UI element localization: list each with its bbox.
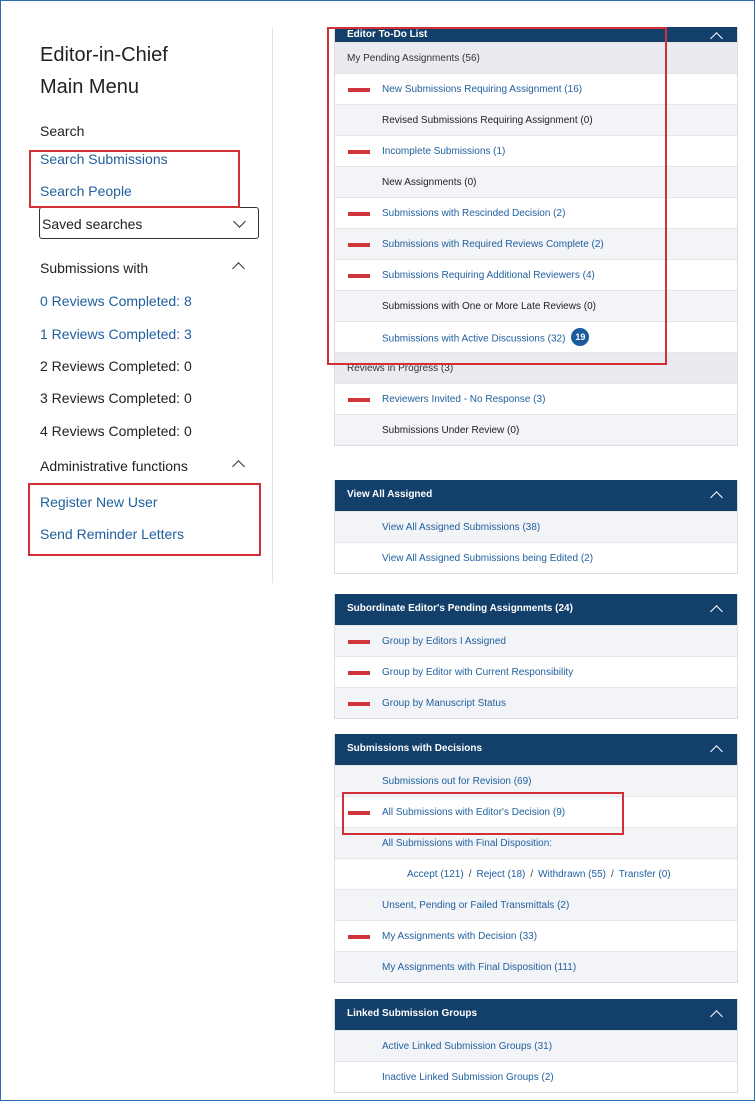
list-item-label[interactable]: Group by Manuscript Status — [382, 698, 506, 709]
menu-subtitle: Main Menu — [40, 76, 139, 98]
list-item-label: All Submissions with Final Disposition: — [382, 838, 553, 849]
withdrawn-link[interactable]: Withdrawn (55) — [538, 869, 606, 880]
list-item-label[interactable]: Group by Editors I Assigned — [382, 636, 506, 647]
accept-link[interactable]: Accept (121) — [407, 869, 464, 880]
list-item[interactable]: Group by Editors I Assigned — [335, 625, 737, 656]
panel-title: Linked Submission Groups — [347, 1008, 478, 1019]
panel-header[interactable]: View All Assigned — [335, 480, 737, 511]
list-item-label[interactable]: Inactive Linked Submission Groups (2) — [382, 1072, 554, 1083]
list-item: Submissions Under Review (0) — [335, 414, 737, 445]
panel-title: View All Assigned — [347, 489, 433, 500]
list-item[interactable]: Group by Manuscript Status — [335, 687, 737, 718]
saved-searches-dropdown[interactable]: Saved searches — [39, 207, 259, 239]
chevron-up-icon[interactable] — [710, 605, 723, 618]
highlight-box — [28, 483, 261, 556]
transfer-link[interactable]: Transfer (0) — [619, 869, 671, 880]
reviews-completed-0-link[interactable]: 0 Reviews Completed: 8 — [40, 293, 192, 309]
list-item-label[interactable]: My Assignments with Decision (33) — [382, 931, 537, 942]
list-item-label[interactable]: Reviewers Invited - No Response (3) — [382, 394, 545, 405]
list-item-label[interactable]: Submissions out for Revision (69) — [382, 776, 532, 787]
list-item-label[interactable]: Active Linked Submission Groups (31) — [382, 1041, 552, 1052]
reviews-completed-3: 3 Reviews Completed: 0 — [40, 390, 192, 406]
separator: / — [610, 869, 614, 880]
chevron-up-icon[interactable] — [710, 745, 723, 758]
disposition-row: Accept (121) / Reject (18) / Withdrawn (55) /… — [335, 858, 737, 889]
list-item-label[interactable]: View All Assigned Submissions (38) — [382, 522, 540, 533]
search-heading: Search — [40, 123, 85, 139]
list-item[interactable]: Active Linked Submission Groups (31) — [335, 1030, 737, 1061]
flag-icon — [348, 702, 370, 706]
reviews-completed-4: 4 Reviews Completed: 0 — [40, 423, 192, 439]
panel-header[interactable]: Submissions with Decisions — [335, 734, 737, 765]
flag-icon — [348, 935, 370, 939]
saved-searches-label: Saved searches — [42, 216, 143, 232]
list-item[interactable]: Unsent, Pending or Failed Transmittals (… — [335, 889, 737, 920]
panel-header[interactable]: Subordinate Editor's Pending Assignments… — [335, 594, 737, 625]
list-item-label[interactable]: Unsent, Pending or Failed Transmittals (… — [382, 900, 569, 911]
list-item[interactable]: Group by Editor with Current Responsibil… — [335, 656, 737, 687]
list-item[interactable]: View All Assigned Submissions being Edit… — [335, 542, 737, 573]
list-item[interactable]: Reviewers Invited - No Response (3) — [335, 383, 737, 414]
list-item[interactable]: Inactive Linked Submission Groups (2) — [335, 1061, 737, 1092]
highlight-box — [342, 792, 624, 835]
separator: / — [530, 869, 534, 880]
list-item-label[interactable]: Group by Editor with Current Responsibil… — [382, 667, 573, 678]
chevron-up-icon[interactable] — [232, 460, 245, 473]
divider — [272, 28, 273, 583]
list-item[interactable]: View All Assigned Submissions (38) — [335, 511, 737, 542]
reviews-completed-1-link[interactable]: 1 Reviews Completed: 3 — [40, 326, 192, 342]
chevron-up-icon[interactable] — [710, 491, 723, 504]
chevron-down-icon — [233, 215, 246, 228]
view-all-panel: View All Assigned View All Assigned Subm… — [334, 480, 738, 574]
list-item-label: Submissions Under Review (0) — [382, 425, 520, 436]
decisions-panel: Submissions with Decisions Submissions o… — [334, 734, 738, 983]
chevron-up-icon[interactable] — [710, 1010, 723, 1023]
reviews-completed-2: 2 Reviews Completed: 0 — [40, 358, 192, 374]
menu-title: Editor-in-Chief — [40, 44, 168, 66]
separator: / — [468, 869, 472, 880]
reject-link[interactable]: Reject (18) — [476, 869, 525, 880]
highlight-box — [327, 27, 667, 365]
subordinate-panel: Subordinate Editor's Pending Assignments… — [334, 594, 738, 719]
linked-panel: Linked Submission Groups Active Linked S… — [334, 999, 738, 1093]
highlight-box — [29, 150, 240, 208]
flag-icon — [348, 671, 370, 675]
list-item-label[interactable]: My Assignments with Final Disposition (1… — [382, 962, 576, 973]
chevron-up-icon[interactable] — [232, 262, 245, 275]
list-item[interactable]: My Assignments with Decision (33) — [335, 920, 737, 951]
panel-header[interactable]: Linked Submission Groups — [335, 999, 737, 1030]
list-item-label[interactable]: View All Assigned Submissions being Edit… — [382, 553, 593, 564]
submissions-with-heading: Submissions with — [40, 260, 149, 276]
list-item[interactable]: My Assignments with Final Disposition (1… — [335, 951, 737, 982]
panel-title: Subordinate Editor's Pending Assignments… — [347, 603, 573, 614]
admin-heading: Administrative functions — [40, 458, 188, 474]
flag-icon — [348, 398, 370, 402]
panel-title: Submissions with Decisions — [347, 743, 483, 754]
flag-icon — [348, 640, 370, 644]
